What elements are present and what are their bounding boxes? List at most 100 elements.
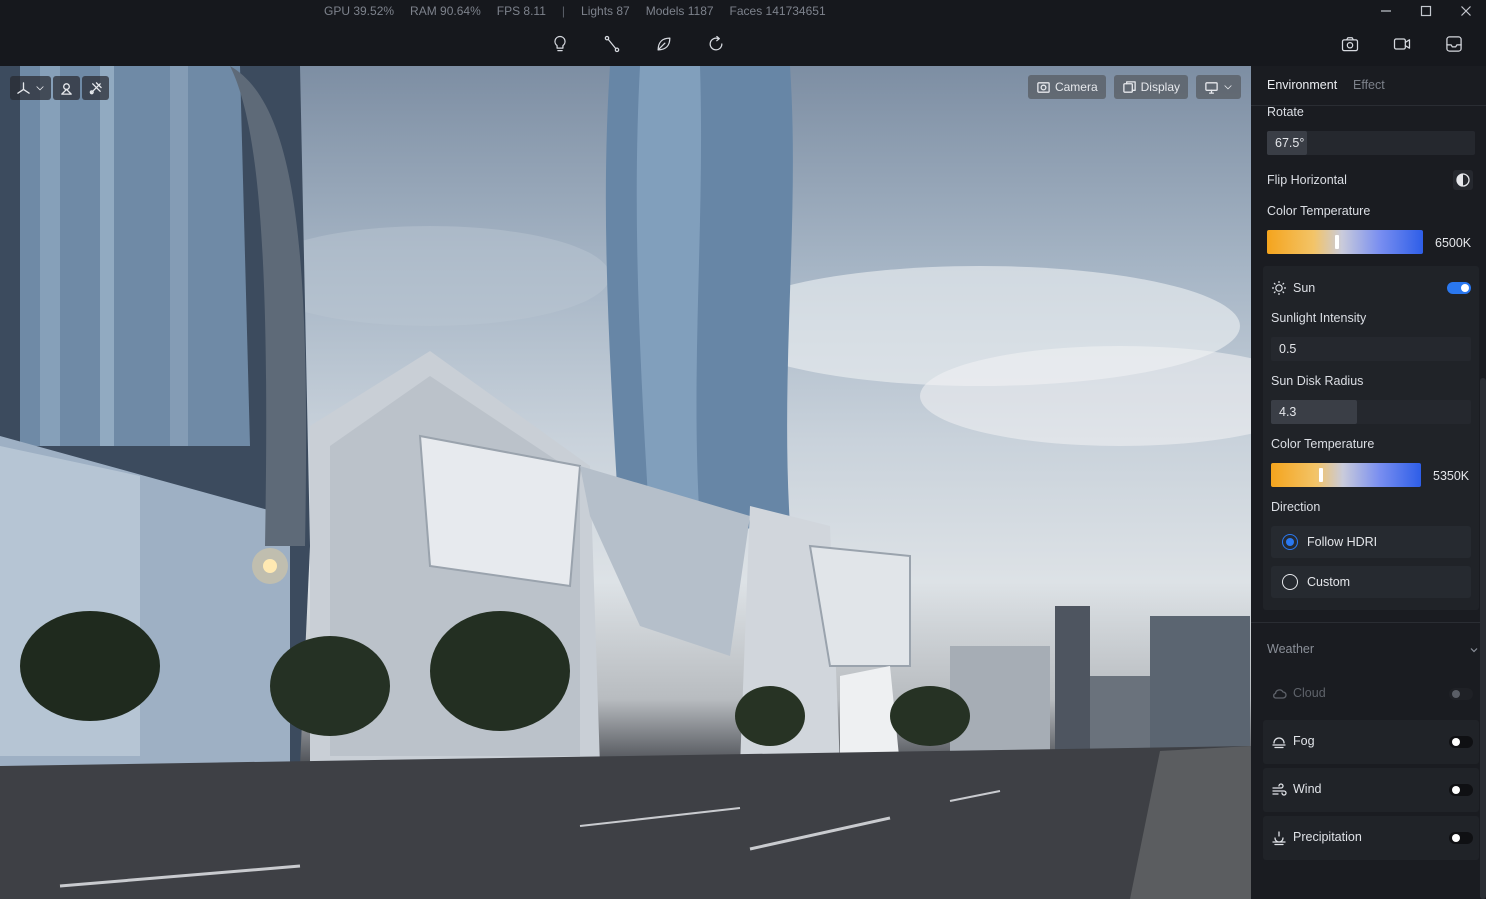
camera-button[interactable]: Camera [1027,75,1106,99]
chevron-down-icon [1470,648,1478,653]
panel-tabs: Environment Effect [1251,66,1486,106]
precipitation-toggle[interactable] [1449,832,1473,844]
fog-icon [1272,737,1286,749]
wind-icon [1272,783,1287,796]
weather-item-precipitation: Precipitation [1263,816,1479,860]
custom-radio[interactable] [1282,574,1298,590]
weather-item-fog: Fog [1263,720,1479,764]
focus-target-button[interactable] [53,76,80,100]
display-label: Display [1140,80,1180,94]
sun-disk-radius-value: 4.3 [1279,405,1297,419]
lightbulb-icon [554,35,566,52]
refresh-icon [709,35,723,51]
display-button[interactable]: Display [1113,75,1188,99]
camera-label: Camera [1054,80,1098,94]
fog-toggle-knob [1452,738,1460,746]
tab-environment[interactable]: Environment [1267,78,1337,92]
direction-option-custom[interactable]: Custom [1271,566,1471,598]
transform-gizmo-dropdown[interactable] [10,76,51,100]
fps-stat: FPS 8.11 [496,4,546,18]
vegetation-tool-button[interactable] [652,32,676,56]
satellite-icon [89,81,102,94]
follow-hdri-radio[interactable] [1282,534,1298,550]
close-button[interactable] [1446,0,1486,22]
properties-panel: Environment Effect Rotate 67.5° Flip Hor… [1251,66,1486,899]
custom-label: Custom [1307,575,1351,589]
close-icon [1461,6,1471,16]
render-viewport[interactable]: Camera Display [0,66,1251,899]
sun-color-temperature-label: Color Temperature [1271,437,1375,451]
wind-toggle[interactable] [1449,784,1473,796]
camera-frame-icon [1037,81,1050,93]
wind-toggle-knob [1452,786,1460,794]
rotate-slider[interactable]: 67.5° [1267,131,1475,155]
chevron-down-icon [36,86,44,91]
stats-separator: | [561,4,566,18]
center-tools [548,32,728,56]
focus-target-icon [61,82,72,95]
half-circle-contrast-icon [1456,173,1470,187]
direction-label: Direction [1271,500,1321,514]
sun-label: Sun [1293,281,1316,295]
weather-item-wind: Wind [1263,768,1479,812]
sun-toggle[interactable] [1447,282,1471,294]
sun-color-temperature-thumb[interactable] [1319,468,1323,482]
minimize-button[interactable] [1366,0,1406,22]
color-temperature-slider[interactable] [1267,230,1423,254]
color-temperature-thumb[interactable] [1335,235,1339,249]
chevron-down-icon [1224,85,1232,90]
weather-section-header[interactable]: Weather [1251,622,1486,672]
sun-color-temperature-slider[interactable] [1271,463,1421,487]
minimize-icon [1381,10,1391,12]
lighting-tool-button[interactable] [548,32,572,56]
panel-scrollbar[interactable] [1480,378,1486,899]
weather-label: Weather [1267,642,1315,656]
weather-item-cloud: Cloud [1263,672,1479,716]
flip-horizontal-toggle[interactable] [1453,170,1473,190]
cloud-toggle [1449,688,1473,700]
ram-stat: RAM 90.64% [410,4,481,18]
sunlight-intensity-label: Sunlight Intensity [1271,311,1367,325]
video-record-button[interactable] [1390,32,1414,56]
flip-horizontal-label: Flip Horizontal [1267,173,1347,187]
color-temperature-value: 6500K [1435,236,1472,250]
sun-color-temperature-value: 5350K [1433,469,1470,483]
main-toolbar [0,22,1486,66]
screenshot-button[interactable] [1338,32,1362,56]
sun-section: Sun Sunlight Intensity 0.5 Sun Disk Radi… [1263,266,1479,610]
sunlight-intensity-slider[interactable]: 0.5 [1271,337,1471,361]
viewport-right-overlay: Camera Display [1027,75,1241,99]
precipitation-icon [1272,831,1286,846]
lights-stat: Lights 87 [581,4,630,18]
tab-effect[interactable]: Effect [1353,78,1385,92]
monitor-icon [1205,81,1218,94]
performance-stats: GPU 39.52% RAM 90.64% FPS 8.11 | Lights … [324,4,826,18]
rotate-label: Rotate [1267,105,1304,119]
path-tool-button[interactable] [600,32,624,56]
window-controls [1366,0,1486,22]
viewport-left-overlay [10,76,109,100]
axis-gizmo-icon [17,81,30,94]
sun-disk-radius-slider[interactable]: 4.3 [1271,400,1471,424]
leaf-icon [657,37,671,51]
rotate-value: 67.5° [1275,136,1305,150]
fog-toggle[interactable] [1449,736,1473,748]
fog-label: Fog [1293,734,1315,748]
color-temperature-label: Color Temperature [1267,204,1371,218]
sun-toggle-knob [1461,284,1469,292]
output-tray-button[interactable] [1442,32,1466,56]
gpu-stat: GPU 39.52% [324,4,395,18]
video-record-icon [1393,38,1411,50]
title-bar: GPU 39.52% RAM 90.64% FPS 8.11 | Lights … [0,0,1486,22]
sunlight-intensity-value: 0.5 [1279,342,1297,356]
cloud-label: Cloud [1293,686,1326,700]
cloud-toggle-knob [1452,690,1460,698]
satellite-view-button[interactable] [82,76,109,100]
render-mode-dropdown[interactable] [1196,75,1241,99]
direction-option-follow-hdri[interactable]: Follow HDRI [1271,526,1471,558]
precipitation-label: Precipitation [1293,830,1362,844]
maximize-button[interactable] [1406,0,1446,22]
follow-hdri-label: Follow HDRI [1307,535,1378,549]
animation-tool-button[interactable] [704,32,728,56]
display-layers-icon [1122,80,1136,93]
